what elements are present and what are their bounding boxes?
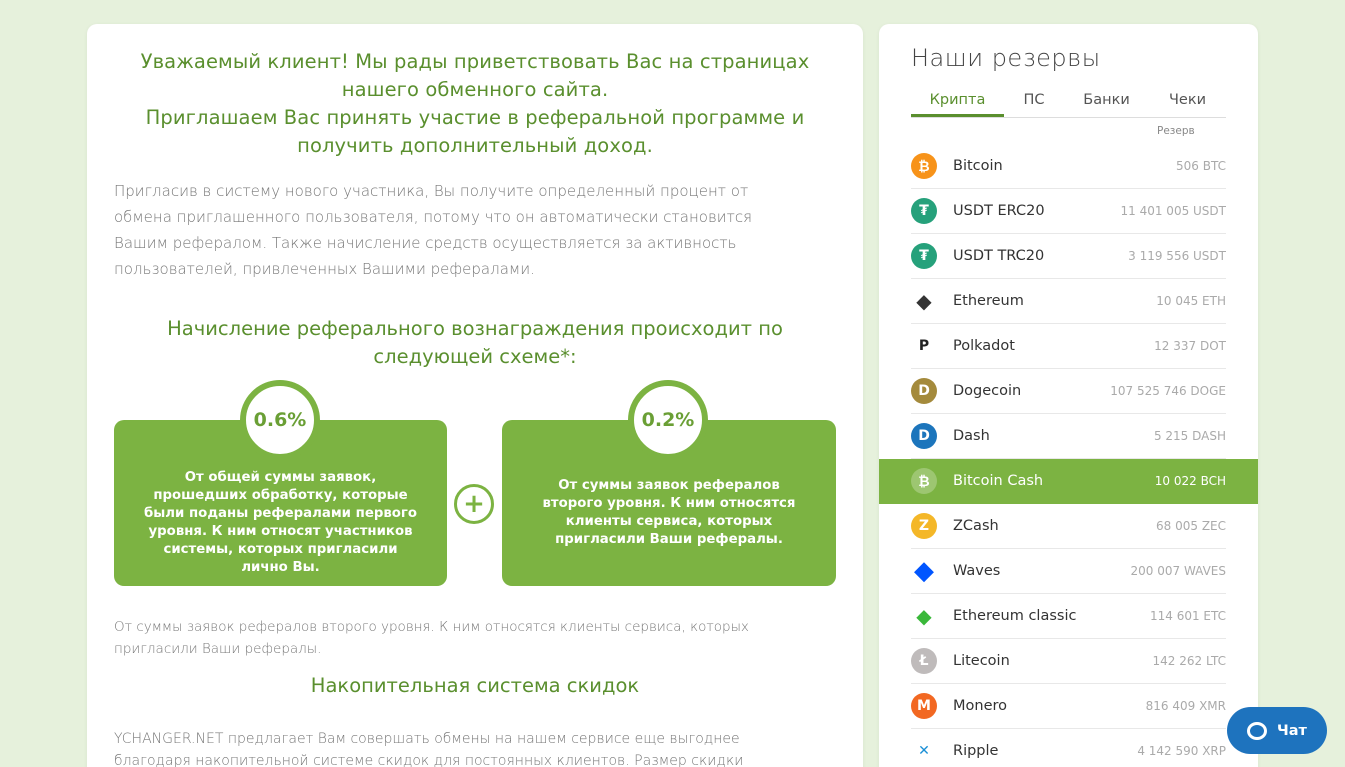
reserve-amount: 107 525 746 DOGE — [1110, 384, 1226, 398]
reserve-name: Waves — [953, 563, 1001, 579]
reserve-name: Bitcoin Cash — [953, 473, 1044, 489]
reserve-row[interactable]: ₿ Bitcoin 506 BTC — [879, 144, 1258, 189]
reserve-name: Litecoin — [953, 653, 1010, 669]
reserves-list: ₿ Bitcoin 506 BTC ₮ USDT ERC20 11 401 005 USD… — [879, 144, 1258, 767]
level1-text: От общей суммы заявок, прошедших обработ… — [144, 470, 417, 575]
reserve-row-content: D Dash 5 215 DASH — [911, 414, 1226, 459]
reserve-row-content: Z ZCash 68 005 ZEC — [911, 504, 1226, 549]
reserve-row[interactable]: M Monero 816 409 XMR — [879, 684, 1258, 729]
reserve-amount: 11 401 005 USDT — [1120, 204, 1227, 218]
polkadot-icon: P — [911, 333, 937, 359]
welcome-line-2: Приглашаем Вас принять участие в реферал… — [145, 106, 805, 157]
discount-title: Накопительная система скидок — [310, 674, 640, 697]
reserve-amount: 142 262 LTC — [1152, 654, 1226, 668]
chat-bubble-icon — [1247, 721, 1268, 740]
ripple-icon: ✕ — [911, 738, 937, 764]
reserve-name: Ripple — [953, 743, 999, 759]
welcome-line-1: Уважаемый клиент! Мы рады приветствовать… — [140, 50, 810, 101]
reserve-amount: 506 BTC — [1176, 159, 1226, 173]
reserve-row[interactable]: Z ZCash 68 005 ZEC — [879, 504, 1258, 549]
reserve-name: Bitcoin — [953, 158, 1003, 174]
tether-icon: ₮ — [911, 198, 937, 224]
bitcoin-icon: ₿ — [911, 153, 937, 179]
reserve-row-content: ◆ Ethereum 10 045 ETH — [911, 279, 1226, 324]
level1-percent-badge: 0.6% — [240, 380, 320, 460]
reserve-row[interactable]: ₿ Bitcoin Cash 10 022 BCH — [879, 459, 1258, 504]
reserve-row[interactable]: P Polkadot 12 337 DOT — [879, 324, 1258, 369]
reserve-row-content: P Polkadot 12 337 DOT — [911, 324, 1226, 369]
reserve-row-content: D Dogecoin 107 525 746 DOGE — [911, 369, 1226, 414]
reserve-row[interactable]: D Dash 5 215 DASH — [879, 414, 1258, 459]
level1-percent: 0.6% — [253, 409, 307, 431]
reserve-name: Polkadot — [953, 338, 1015, 354]
waves-icon: ◆ — [914, 556, 934, 586]
scheme-note: От суммы заявок рефералов второго уровня… — [114, 619, 749, 657]
reserve-row-content: ✕ Ripple 4 142 590 XRP — [911, 729, 1226, 767]
reserve-amount: 114 601 ETC — [1149, 609, 1226, 623]
reserves-title: Наши резервы — [911, 44, 1101, 72]
reserve-row-content: ₮ USDT ERC20 11 401 005 USDT — [911, 189, 1226, 234]
ethereum-classic-icon: ◆ — [916, 604, 932, 628]
reserve-column-label: Резерв — [1157, 125, 1195, 137]
reserve-row-content: M Monero 816 409 XMR — [911, 684, 1226, 729]
reserve-row-content: ◆ Ethereum classic 114 601 ETC — [911, 594, 1226, 639]
reserve-name: USDT TRC20 — [953, 248, 1045, 264]
reserve-row[interactable]: Ł Litecoin 142 262 LTC — [879, 639, 1258, 684]
reserve-name: Dogecoin — [953, 383, 1022, 399]
reserve-row[interactable]: ◆ Waves 200 007 WAVES — [879, 549, 1258, 594]
bitcoin-cash-icon: ₿ — [911, 468, 937, 494]
reserve-row-content: Ł Litecoin 142 262 LTC — [911, 639, 1226, 684]
dogecoin-icon: D — [911, 378, 937, 404]
reserve-amount: 68 005 ZEC — [1156, 519, 1226, 533]
reserve-row[interactable]: D Dogecoin 107 525 746 DOGE — [879, 369, 1258, 414]
intro-paragraph: Пригласив в систему нового участника, Вы… — [114, 182, 752, 278]
reserve-row[interactable]: ✕ Ripple 4 142 590 XRP — [879, 729, 1258, 767]
discount-text: YCHANGER.NET предлагает Вам совершать об… — [114, 731, 744, 767]
tab-crypto[interactable]: Крипта — [911, 88, 1004, 117]
plus-icon: + — [454, 484, 494, 524]
tab-checks[interactable]: Чеки — [1149, 88, 1226, 117]
reserve-name: Ethereum classic — [953, 608, 1077, 624]
reserve-row[interactable]: ◆ Ethereum classic 114 601 ETC — [879, 594, 1258, 639]
chat-button[interactable]: Чат — [1227, 707, 1327, 754]
reserve-amount: 10 022 BCH — [1154, 474, 1226, 488]
ethereum-icon: ◆ — [916, 289, 932, 313]
tab-banks[interactable]: Банки — [1064, 88, 1149, 117]
dash-icon: D — [911, 423, 937, 449]
reserve-amount: 4 142 590 XRP — [1137, 744, 1226, 758]
reserves-tabs: Крипта ПС Банки Чеки — [911, 88, 1226, 118]
reserve-row[interactable]: ◆ Ethereum 10 045 ETH — [879, 279, 1258, 324]
reserve-amount: 816 409 XMR — [1145, 699, 1226, 713]
zcash-icon: Z — [911, 513, 937, 539]
reserve-row-content: ₮ USDT TRC20 3 119 556 USDT — [911, 234, 1226, 279]
reserve-name: USDT ERC20 — [953, 203, 1045, 219]
reserve-row-content: ₿ Bitcoin Cash 10 022 BCH — [911, 459, 1226, 504]
level2-percent-badge: 0.2% — [628, 380, 708, 460]
scheme-title: Начисление реферального вознаграждения п… — [167, 317, 783, 368]
tether-icon: ₮ — [911, 243, 937, 269]
reserve-row-content: ₿ Bitcoin 506 BTC — [911, 144, 1226, 189]
reserve-row[interactable]: ₮ USDT TRC20 3 119 556 USDT — [879, 234, 1258, 279]
litecoin-icon: Ł — [911, 648, 937, 674]
reserve-row-content: ◆ Waves 200 007 WAVES — [911, 549, 1226, 594]
reserve-amount: 3 119 556 USDT — [1128, 249, 1226, 263]
level2-percent: 0.2% — [641, 409, 695, 431]
reserve-name: Dash — [953, 428, 990, 444]
level2-text: От суммы заявок рефералов второго уровня… — [542, 478, 796, 547]
reserve-amount: 5 215 DASH — [1153, 429, 1226, 443]
reserve-amount: 200 007 WAVES — [1130, 564, 1227, 578]
reserve-amount: 12 337 DOT — [1154, 339, 1226, 353]
monero-icon: M — [911, 693, 937, 719]
chat-label: Чат — [1277, 722, 1307, 739]
reserve-name: Monero — [953, 698, 1008, 714]
reserve-name: ZCash — [953, 518, 999, 534]
reserve-amount: 10 045 ETH — [1156, 294, 1226, 308]
reserve-name: Ethereum — [953, 293, 1024, 309]
tab-payment-systems[interactable]: ПС — [1004, 88, 1064, 117]
reserve-row[interactable]: ₮ USDT ERC20 11 401 005 USDT — [879, 189, 1258, 234]
welcome-headline: Уважаемый клиент! Мы рады приветствовать… — [110, 48, 840, 160]
